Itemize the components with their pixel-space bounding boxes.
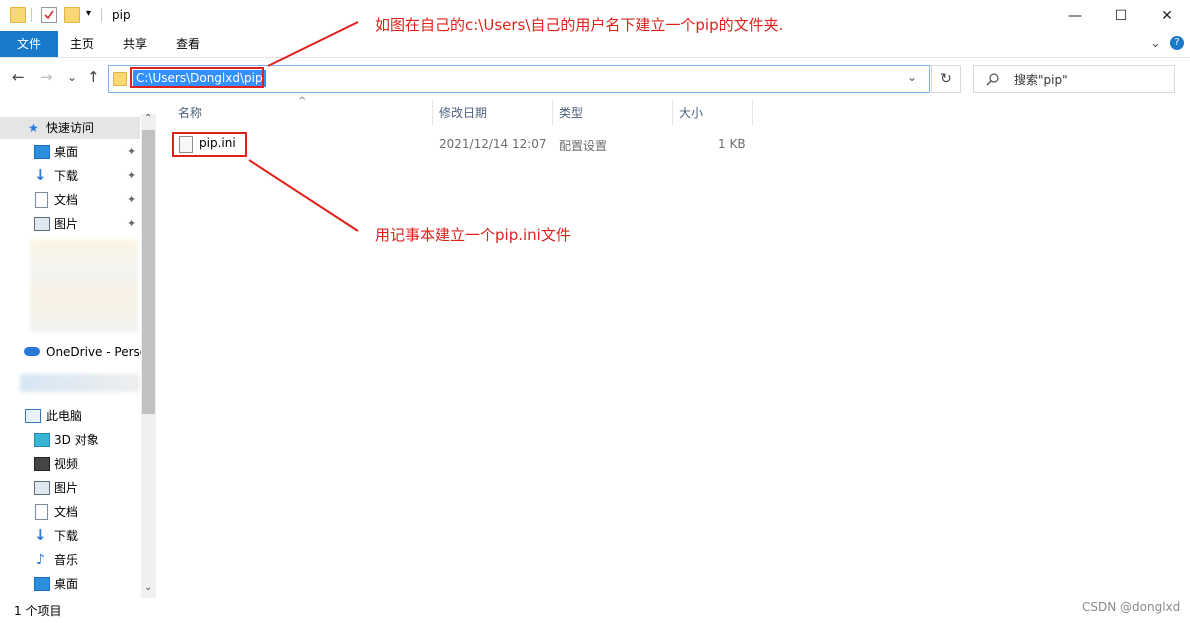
sidebar-item-documents-pc[interactable]: 文档 <box>0 501 140 523</box>
sidebar-item-label: 文档 <box>54 193 79 207</box>
sidebar-item-this-pc[interactable]: 此电脑 <box>0 405 140 427</box>
column-header-type[interactable]: 类型 <box>559 104 583 121</box>
3d-objects-icon <box>34 433 50 447</box>
file-modified: 2021/12/14 12:07 <box>439 137 547 151</box>
blurred-item <box>20 374 140 392</box>
document-icon <box>35 192 48 208</box>
pin-icon: ✦ <box>127 217 137 230</box>
sidebar-item-label: 3D 对象 <box>54 433 99 447</box>
sidebar-item-label: 快速访问 <box>46 121 95 135</box>
computer-icon <box>25 409 41 423</box>
document-icon <box>35 504 48 520</box>
scroll-down-button[interactable]: ⌄ <box>144 582 152 593</box>
sidebar-item-label: 桌面 <box>54 145 79 159</box>
sidebar-item-downloads-pc[interactable]: ↓ 下载 <box>0 525 140 547</box>
star-icon: ★ <box>28 121 39 135</box>
file-list: ^ 名称 修改日期 类型 大小 pip.ini 2021/12/14 12:07… <box>165 96 1185 598</box>
column-header-modified[interactable]: 修改日期 <box>439 104 487 121</box>
scroll-up-button[interactable]: ⌃ <box>144 113 152 124</box>
download-icon: ↓ <box>34 166 47 184</box>
sidebar-item-desktop[interactable]: 桌面 ✦ <box>0 141 140 163</box>
video-icon <box>34 457 50 471</box>
picture-icon <box>34 481 50 495</box>
sidebar-item-desktop-pc[interactable]: 桌面 <box>0 573 140 595</box>
column-header-name[interactable]: 名称 <box>178 104 202 121</box>
sidebar-item-pictures-pc[interactable]: 图片 <box>0 477 140 499</box>
pin-icon: ✦ <box>127 169 137 182</box>
sidebar-item-label: 桌面 <box>54 577 79 591</box>
sidebar-item-label: 下载 <box>54 529 79 543</box>
item-count: 1 个项目 <box>14 604 62 618</box>
sidebar-item-label: 图片 <box>54 481 79 495</box>
column-divider[interactable] <box>552 100 553 126</box>
sidebar-item-pictures[interactable]: 图片 ✦ <box>0 213 140 235</box>
column-divider[interactable] <box>752 100 753 126</box>
table-row[interactable]: pip.ini 2021/12/14 12:07 配置设置 1 KB <box>165 132 765 156</box>
sidebar-item-label: 视频 <box>54 457 79 471</box>
cloud-icon <box>24 347 40 356</box>
annotation-top-text: 如图在自己的c:\Users\自己的用户名下建立一个pip的文件夹. <box>375 16 784 34</box>
sidebar-item-quick-access[interactable]: ★ 快速访问 <box>0 117 140 139</box>
sidebar-item-label: 图片 <box>54 217 79 231</box>
sidebar-item-label: 文档 <box>54 505 79 519</box>
sidebar-item-label: 下载 <box>54 169 79 183</box>
desktop-icon <box>34 577 50 591</box>
file-type: 配置设置 <box>559 139 608 153</box>
sidebar-item-label: 此电脑 <box>46 409 83 423</box>
desktop-icon <box>34 145 50 159</box>
sidebar-item-music[interactable]: ♪ 音乐 <box>0 549 140 571</box>
navigation-pane: ★ 快速访问 桌面 ✦ ↓ 下载 ✦ 文档 ✦ 图片 ✦ OneDrive - … <box>0 114 156 598</box>
pin-icon: ✦ <box>127 145 137 158</box>
watermark: CSDN @donglxd <box>1082 600 1181 614</box>
sidebar-item-label: 音乐 <box>54 553 79 567</box>
picture-icon <box>34 217 50 231</box>
sidebar-item-documents[interactable]: 文档 ✦ <box>0 189 140 211</box>
music-icon: ♪ <box>36 552 45 568</box>
status-bar: 1 个项目 CSDN @donglxd <box>0 598 1190 623</box>
annotation-box <box>172 132 247 157</box>
annotation-arrow-top <box>267 21 359 67</box>
sidebar-item-label: OneDrive - Perso <box>46 345 148 359</box>
column-divider[interactable] <box>672 100 673 126</box>
sidebar-item-videos[interactable]: 视频 <box>0 453 140 475</box>
file-size: 1 KB <box>718 137 746 151</box>
column-header-size[interactable]: 大小 <box>679 104 703 121</box>
sort-arrow-icon: ^ <box>298 96 307 107</box>
download-icon: ↓ <box>34 526 47 544</box>
sidebar-item-downloads[interactable]: ↓ 下载 ✦ <box>0 165 140 187</box>
sidebar-item-onedrive[interactable]: OneDrive - Perso <box>0 341 147 363</box>
column-divider[interactable] <box>432 100 433 126</box>
sidebar-item-3d-objects[interactable]: 3D 对象 <box>0 429 140 451</box>
pin-icon: ✦ <box>127 193 137 206</box>
sidebar-scroll-thumb[interactable] <box>142 130 155 414</box>
blurred-folders <box>30 240 138 332</box>
